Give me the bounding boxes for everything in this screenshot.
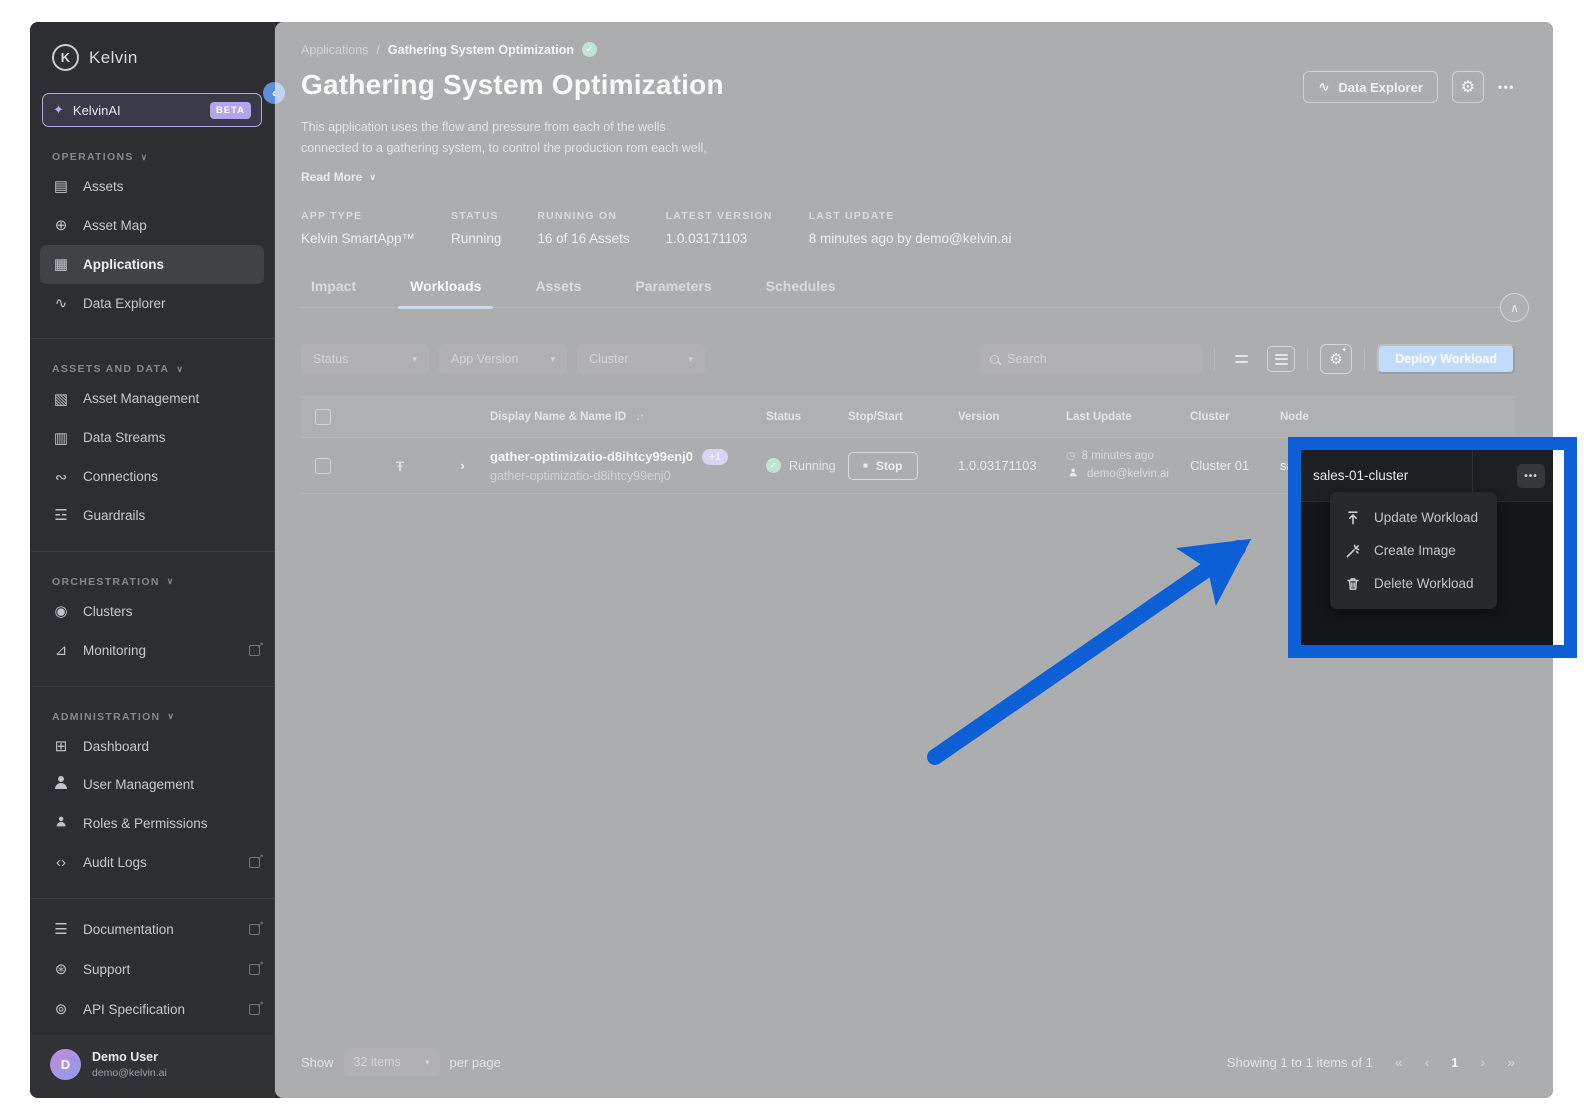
sidebar-item-data-streams[interactable]: ▥ Data Streams xyxy=(30,418,274,457)
documentation-icon: ☰ xyxy=(52,920,70,938)
kelvinai-label: KelvinAI xyxy=(73,103,201,118)
sidebar-bottom-group: ☰ Documentation ⊛ Support ⊚ API Specific… xyxy=(30,882,274,1098)
external-link-icon xyxy=(249,924,260,935)
clusters-icon: ◉ xyxy=(52,602,70,620)
workload-actions-button[interactable]: ••• xyxy=(1517,464,1545,488)
delete-trash-icon xyxy=(1345,576,1361,592)
chevron-down-icon: ∨ xyxy=(176,364,184,375)
chevron-down-icon: ∨ xyxy=(141,152,149,163)
external-link-icon xyxy=(249,645,260,656)
update-workload-icon xyxy=(1345,510,1361,526)
data-streams-icon: ▥ xyxy=(52,429,70,447)
section-administration[interactable]: ADMINISTRATION ∨ xyxy=(52,711,274,723)
sidebar-item-documentation[interactable]: ☰ Documentation xyxy=(30,909,274,949)
beta-badge: BETA xyxy=(210,102,251,119)
sidebar-item-asset-management[interactable]: ▧ Asset Management xyxy=(30,379,274,418)
kelvin-logo-icon: K xyxy=(52,44,79,71)
menu-item-delete-workload[interactable]: Delete Workload xyxy=(1330,567,1497,600)
section-operations[interactable]: OPERATIONS ∨ xyxy=(52,151,274,163)
sidebar-item-asset-map[interactable]: ⊕ Asset Map xyxy=(30,206,274,245)
roles-permissions-icon xyxy=(52,815,70,832)
sidebar-item-data-explorer[interactable]: ∿ Data Explorer xyxy=(30,284,274,323)
support-icon: ⊛ xyxy=(52,960,70,978)
audit-logs-icon: ‹› xyxy=(52,854,70,871)
divider xyxy=(30,338,274,339)
menu-item-update-workload[interactable]: Update Workload xyxy=(1330,501,1497,534)
connections-icon: ∾ xyxy=(52,468,70,486)
section-assets-and-data[interactable]: ASSETS AND DATA ∨ xyxy=(52,363,274,375)
asset-management-icon: ▧ xyxy=(52,390,70,408)
divider xyxy=(30,551,274,552)
brand-logo: K Kelvin xyxy=(30,22,274,89)
sidebar-item-assets[interactable]: ▤ Assets xyxy=(30,167,274,206)
avatar: D xyxy=(50,1049,81,1080)
user-management-icon xyxy=(52,776,70,793)
sidebar-item-api-specification[interactable]: ⊚ API Specification xyxy=(30,989,274,1029)
sidebar-item-kelvinai[interactable]: ✦ KelvinAI BETA xyxy=(42,93,262,127)
workload-context-menu: Update Workload Create Image Delete Work… xyxy=(1330,492,1497,609)
sidebar-item-user-management[interactable]: User Management xyxy=(30,766,274,805)
monitoring-icon: ⊿ xyxy=(52,641,70,659)
user-profile[interactable]: D Demo User demo@kelvin.ai xyxy=(30,1035,274,1098)
divider xyxy=(30,686,274,687)
sidebar-item-dashboard[interactable]: ⊞ Dashboard xyxy=(30,727,274,766)
brand-name: Kelvin xyxy=(89,48,138,68)
external-link-icon xyxy=(249,857,260,868)
user-email: demo@kelvin.ai xyxy=(92,1067,167,1079)
create-image-wand-icon xyxy=(1345,543,1361,559)
sidebar: K Kelvin ‹ ✦ KelvinAI BETA OPERATIONS ∨ … xyxy=(30,22,275,1098)
asset-map-icon: ⊕ xyxy=(52,216,70,234)
guardrails-icon: ☲ xyxy=(52,506,70,524)
api-specification-icon: ⊚ xyxy=(52,1000,70,1018)
sidebar-item-roles-permissions[interactable]: Roles & Permissions xyxy=(30,804,274,843)
sidebar-item-monitoring[interactable]: ⊿ Monitoring xyxy=(30,631,274,670)
sidebar-item-connections[interactable]: ∾ Connections xyxy=(30,457,274,496)
highlighted-node-panel: sales-01-cluster ••• Update Workload Cre… xyxy=(1301,450,1553,645)
sparkle-icon: ✦ xyxy=(53,102,64,118)
dashboard-icon: ⊞ xyxy=(52,737,70,755)
applications-icon: ▦ xyxy=(52,255,70,273)
divider xyxy=(30,898,274,899)
section-orchestration[interactable]: ORCHESTRATION ∨ xyxy=(52,576,274,588)
sidebar-item-support[interactable]: ⊛ Support xyxy=(30,949,274,989)
chevron-down-icon: ∨ xyxy=(167,576,175,587)
assets-icon: ▤ xyxy=(52,177,70,195)
external-link-icon xyxy=(249,964,260,975)
menu-item-create-image[interactable]: Create Image xyxy=(1330,534,1497,567)
data-explorer-icon: ∿ xyxy=(52,294,70,312)
user-name: Demo User xyxy=(92,1050,167,1064)
external-link-icon xyxy=(249,1004,260,1015)
chevron-down-icon: ∨ xyxy=(167,711,175,722)
sidebar-item-clusters[interactable]: ◉ Clusters xyxy=(30,592,274,631)
annotation-arrow xyxy=(880,500,1300,780)
sidebar-item-guardrails[interactable]: ☲ Guardrails xyxy=(30,496,274,535)
sidebar-item-audit-logs[interactable]: ‹› Audit Logs xyxy=(30,843,274,882)
node-name: sales-01-cluster xyxy=(1313,468,1408,483)
sidebar-item-applications[interactable]: ▦ Applications xyxy=(40,245,264,284)
